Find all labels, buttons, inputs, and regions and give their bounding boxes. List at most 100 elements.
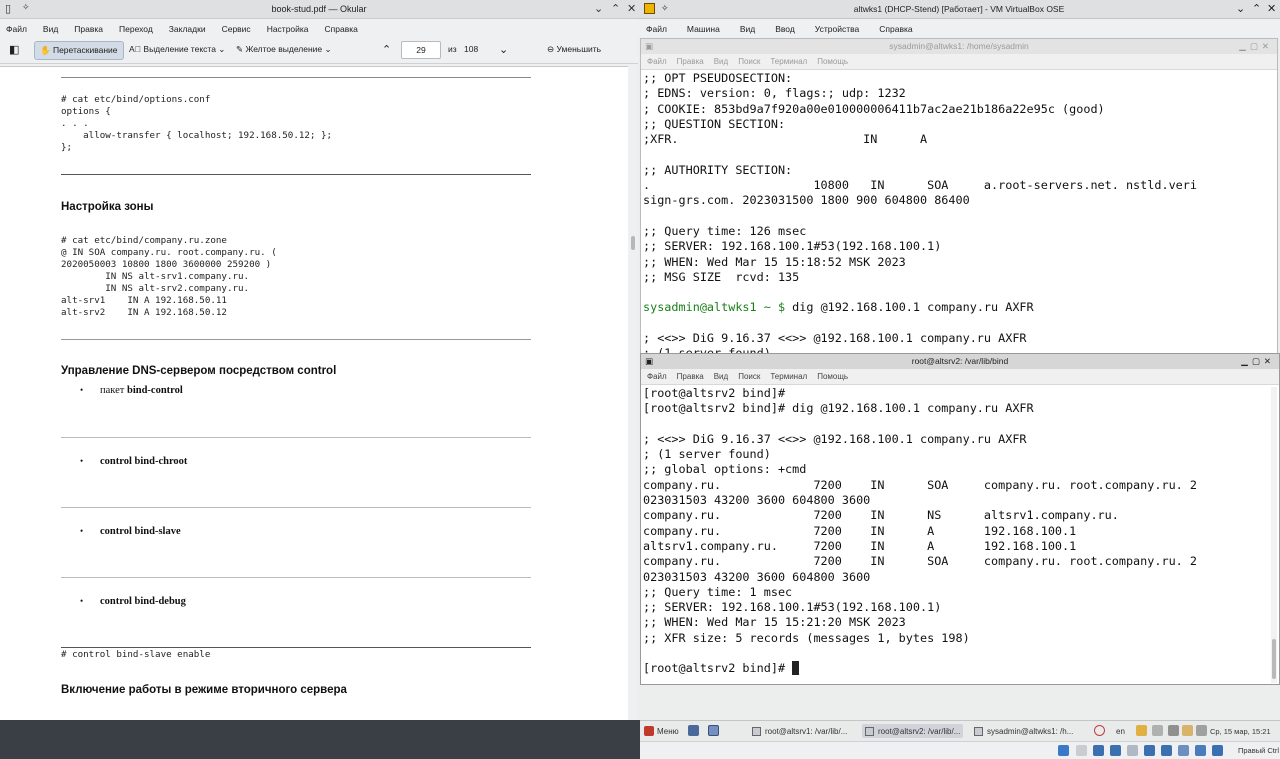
list-item: • control bind-slave bbox=[80, 526, 181, 537]
mouse-integration-icon[interactable] bbox=[1212, 745, 1223, 756]
hdd-icon[interactable] bbox=[1058, 745, 1069, 756]
tray-icon[interactable] bbox=[1136, 725, 1147, 736]
audio-icon[interactable] bbox=[1093, 745, 1104, 756]
optical-drive-icon[interactable] bbox=[1076, 745, 1087, 756]
terminal-icon bbox=[752, 726, 761, 736]
terminal-launcher-icon[interactable] bbox=[708, 725, 719, 736]
terminal-window-altwks1[interactable]: ▣ sysadmin@altwks1: /home/sysadmin ▁▢✕ Ф… bbox=[640, 38, 1278, 358]
scrollbar-handle[interactable] bbox=[631, 236, 635, 250]
usb-icon[interactable] bbox=[1127, 745, 1138, 756]
term-menu-view[interactable]: Вид bbox=[714, 372, 728, 381]
tray-icon[interactable] bbox=[1182, 725, 1193, 736]
term-menu-search[interactable]: Поиск bbox=[738, 372, 760, 381]
term-menu-file[interactable]: Файл bbox=[647, 57, 667, 66]
scrollbar-handle[interactable] bbox=[1272, 639, 1276, 679]
menu-bookmarks[interactable]: Закладки bbox=[169, 24, 206, 34]
clock[interactable]: Ср, 15 мар, 15:21 bbox=[1210, 724, 1271, 738]
guest-screen[interactable]: ▣ sysadmin@altwks1: /home/sysadmin ▁▢✕ Ф… bbox=[638, 38, 1280, 759]
vbox-menu-help[interactable]: Справка bbox=[879, 24, 912, 34]
menu-edit[interactable]: Правка bbox=[74, 24, 103, 34]
term-menu-edit[interactable]: Правка bbox=[677, 372, 704, 381]
menu-tools[interactable]: Сервис bbox=[222, 24, 251, 34]
vbox-menu-view[interactable]: Вид bbox=[740, 24, 755, 34]
vbox-menu-file[interactable]: Файл bbox=[646, 24, 667, 34]
recording-icon[interactable] bbox=[1178, 745, 1189, 756]
term-menu-view[interactable]: Вид bbox=[714, 57, 728, 66]
terminal-title: ▣ root@altsrv2: /var/lib/bind ▁▢✕ bbox=[641, 354, 1279, 369]
cpu-icon[interactable] bbox=[1195, 745, 1206, 756]
close-icon[interactable]: ✕ bbox=[627, 2, 636, 15]
terminal-output-altwks1[interactable]: ;; OPT PSEUDOSECTION: ; EDNS: version: 0… bbox=[641, 70, 1277, 357]
maximize-icon[interactable]: ⌃ bbox=[1252, 2, 1261, 15]
page-number-input[interactable]: 29 bbox=[401, 41, 441, 59]
network-icon[interactable] bbox=[1110, 745, 1121, 756]
guest-taskbar: Меню root@altsrv1: /var/lib/... root@alt… bbox=[640, 720, 1280, 759]
term-menu-terminal[interactable]: Терминал bbox=[770, 57, 807, 66]
highlight-tool-button[interactable]: ✎ Желтое выделение ⌄ bbox=[236, 44, 332, 55]
terminal-window-altsrv2[interactable]: ▣ root@altsrv2: /var/lib/bind ▁▢✕ Файл П… bbox=[640, 353, 1280, 685]
zoom-out-button[interactable]: ⊖ Уменьшить bbox=[547, 44, 601, 55]
window-controls-icon[interactable]: ▁▢✕ bbox=[1241, 354, 1275, 368]
terminal-scrollbar[interactable] bbox=[1271, 387, 1277, 683]
vbox-menu-input[interactable]: Ввод bbox=[775, 24, 795, 34]
keyboard-layout-indicator[interactable]: en bbox=[1116, 724, 1125, 738]
page-total: 108 bbox=[464, 44, 479, 54]
vbox-menubar: Файл Машина Вид Ввод Устройства Справка bbox=[638, 19, 1280, 38]
prev-page-icon[interactable]: ⌃ bbox=[382, 43, 391, 56]
browse-tool-button[interactable]: ✋ Перетаскивание bbox=[34, 41, 124, 60]
start-menu-button[interactable]: Меню bbox=[644, 724, 679, 738]
term-menu-help[interactable]: Помощь bbox=[817, 57, 848, 66]
vertical-scrollbar[interactable] bbox=[628, 66, 638, 720]
divider bbox=[61, 647, 531, 648]
window-controls-icon[interactable]: ▁▢✕ bbox=[1239, 39, 1273, 53]
task-altsrv2[interactable]: root@altsrv2: /var/lib/... bbox=[862, 724, 964, 738]
menu-file[interactable]: Файл bbox=[6, 24, 27, 34]
task-altwks1[interactable]: sysadmin@altwks1: /h... bbox=[974, 724, 1073, 738]
file-manager-icon[interactable] bbox=[688, 725, 699, 736]
shared-folders-icon[interactable] bbox=[1144, 745, 1155, 756]
menu-settings[interactable]: Настройка bbox=[267, 24, 309, 34]
terminal-output-altsrv2[interactable]: [root@altsrv2 bind]# [root@altsrv2 bind]… bbox=[641, 385, 1267, 684]
term-menu-edit[interactable]: Правка bbox=[677, 57, 704, 66]
terminal-icon: ▣ bbox=[645, 356, 654, 366]
term-menu-search[interactable]: Поиск bbox=[738, 57, 760, 66]
maximize-icon[interactable]: ⌃ bbox=[611, 2, 620, 15]
page-of-label: из bbox=[448, 44, 457, 54]
network-status-icon[interactable] bbox=[1094, 725, 1105, 736]
tray-icon[interactable] bbox=[1168, 725, 1179, 736]
list-item: • control bind-chroot bbox=[80, 456, 188, 467]
terminal-title: ▣ sysadmin@altwks1: /home/sysadmin ▁▢✕ bbox=[641, 39, 1277, 54]
terminal-icon bbox=[865, 726, 874, 736]
heading-secondary-mode: Включение работы в режиме вторичного сер… bbox=[61, 684, 347, 696]
vbox-menu-devices[interactable]: Устройства bbox=[815, 24, 859, 34]
term-menu-help[interactable]: Помощь bbox=[817, 372, 848, 381]
menu-go[interactable]: Переход bbox=[119, 24, 153, 34]
menu-view[interactable]: Вид bbox=[43, 24, 58, 34]
okular-titlebar: ▯ ✧ book-stud.pdf — Okular ⌄ ⌃ ✕ bbox=[0, 0, 638, 19]
minimize-icon[interactable]: ⌄ bbox=[1236, 2, 1245, 15]
divider bbox=[61, 174, 531, 175]
minimize-icon[interactable]: ⌄ bbox=[594, 2, 603, 15]
vbox-titlebar: ✧ altwks1 (DHCP-Stend) [Работает] - VM V… bbox=[638, 0, 1280, 19]
alt-logo-icon bbox=[644, 726, 654, 736]
code-bind-slave: # control bind-slave enable bbox=[61, 649, 211, 660]
sidebar-toggle-icon[interactable]: ◧ bbox=[9, 43, 19, 56]
terminal-menubar: Файл Правка Вид Поиск Терминал Помощь bbox=[641, 369, 1279, 385]
divider bbox=[61, 339, 531, 340]
tray-icon[interactable] bbox=[1152, 725, 1163, 736]
text-select-tool-button[interactable]: A⃞ Выделение текста ⌄ bbox=[129, 44, 225, 55]
close-icon[interactable]: ✕ bbox=[1267, 2, 1276, 15]
vbox-statusbar: Правый Ctrl bbox=[640, 741, 1280, 759]
task-altsrv1[interactable]: root@altsrv1: /var/lib/... bbox=[752, 724, 847, 738]
term-menu-file[interactable]: Файл bbox=[647, 372, 667, 381]
list-item: • пакет bind-control bbox=[80, 385, 183, 396]
vbox-menu-machine[interactable]: Машина bbox=[687, 24, 720, 34]
document-page[interactable]: # cat etc/bind/options.conf options { . … bbox=[0, 66, 638, 720]
divider bbox=[61, 577, 531, 578]
list-item: • control bind-debug bbox=[80, 596, 186, 607]
next-page-icon[interactable]: ⌄ bbox=[499, 43, 508, 56]
display-icon[interactable] bbox=[1161, 745, 1172, 756]
menu-help[interactable]: Справка bbox=[325, 24, 358, 34]
term-menu-terminal[interactable]: Терминал bbox=[770, 372, 807, 381]
tray-icon[interactable] bbox=[1196, 725, 1207, 736]
